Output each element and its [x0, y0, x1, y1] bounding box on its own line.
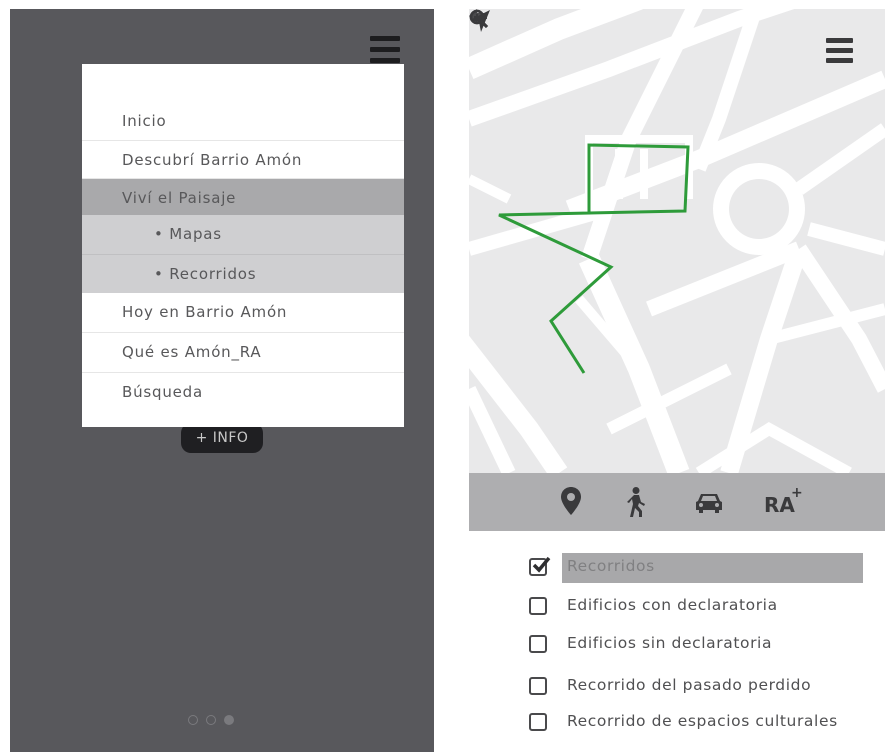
ra-plus-label: +: [791, 485, 803, 501]
menu-item-label: Viví el Paisaje: [122, 189, 237, 207]
map-screen: RA + Recorridos Edificios con declarator…: [469, 9, 885, 752]
menu-item-label: Qué es Amón_RA: [122, 343, 262, 361]
menu-item-recorridos[interactable]: • Recorridos: [82, 255, 404, 293]
option-label: Recorrido de espacios culturales: [567, 712, 838, 730]
option-label: Edificios sin declaratoria: [567, 634, 773, 652]
page-dot[interactable]: [188, 715, 198, 725]
street-map[interactable]: [469, 9, 885, 473]
option-edificios-sin-declaratoria[interactable]: Edificios sin declaratoria: [529, 630, 885, 660]
option-edificios-con-declaratoria[interactable]: Edificios con declaratoria: [529, 592, 885, 622]
page-dot[interactable]: [206, 715, 216, 725]
info-button[interactable]: + INFO: [181, 423, 263, 453]
walking-person-icon[interactable]: [625, 487, 647, 517]
menu-item-label: Descubrí Barrio Amón: [122, 151, 303, 169]
menu-item-label: Búsqueda: [122, 383, 203, 401]
checkmark-icon: [532, 556, 551, 573]
menu-item-label: • Mapas: [154, 225, 222, 243]
navigation-menu: Inicio Descubrí Barrio Amón Viví el Pais…: [82, 64, 404, 427]
app-menu-screen: + INFO Inicio Descubrí Barrio Amón Viví …: [10, 9, 434, 752]
layer-options: Recorridos Edificios con declaratoria Ed…: [469, 531, 885, 752]
map-toolbar: RA +: [469, 473, 885, 531]
checkbox[interactable]: [529, 677, 547, 695]
menu-item-busqueda[interactable]: Búsqueda: [82, 373, 404, 411]
option-recorrido-pasado-perdido[interactable]: Recorrido del pasado perdido: [529, 672, 885, 702]
page-indicator: [188, 715, 248, 729]
zoom-in-icon[interactable]: [469, 9, 489, 29]
hamburger-menu-icon[interactable]: [826, 38, 853, 64]
menu-item-inicio[interactable]: Inicio: [82, 102, 404, 141]
menu-item-descubri[interactable]: Descubrí Barrio Amón: [82, 141, 404, 179]
checkbox[interactable]: [529, 597, 547, 615]
option-label: Recorridos: [567, 557, 655, 575]
checkbox[interactable]: [529, 713, 547, 731]
option-recorridos[interactable]: Recorridos: [529, 553, 885, 583]
menu-item-hoy-en-barrio-amon[interactable]: Hoy en Barrio Amón: [82, 293, 404, 333]
checkbox[interactable]: [529, 635, 547, 653]
car-icon[interactable]: [695, 492, 723, 514]
option-recorrido-espacios-culturales[interactable]: Recorrido de espacios culturales: [529, 708, 885, 738]
menu-item-mapas[interactable]: • Mapas: [82, 215, 404, 255]
location-pin-icon[interactable]: [561, 487, 581, 515]
option-label: Edificios con declaratoria: [567, 596, 778, 614]
option-label: Recorrido del pasado perdido: [567, 676, 812, 694]
map-streets: [469, 9, 885, 473]
menu-item-label: Inicio: [122, 112, 167, 130]
menu-item-que-es-amon-ra[interactable]: Qué es Amón_RA: [82, 333, 404, 373]
menu-item-vivi-el-paisaje[interactable]: Viví el Paisaje: [82, 179, 404, 215]
menu-item-label: • Recorridos: [154, 265, 257, 283]
menu-item-label: Hoy en Barrio Amón: [122, 303, 288, 321]
hamburger-menu-icon[interactable]: [370, 36, 400, 64]
page-dot-active[interactable]: [224, 715, 234, 725]
